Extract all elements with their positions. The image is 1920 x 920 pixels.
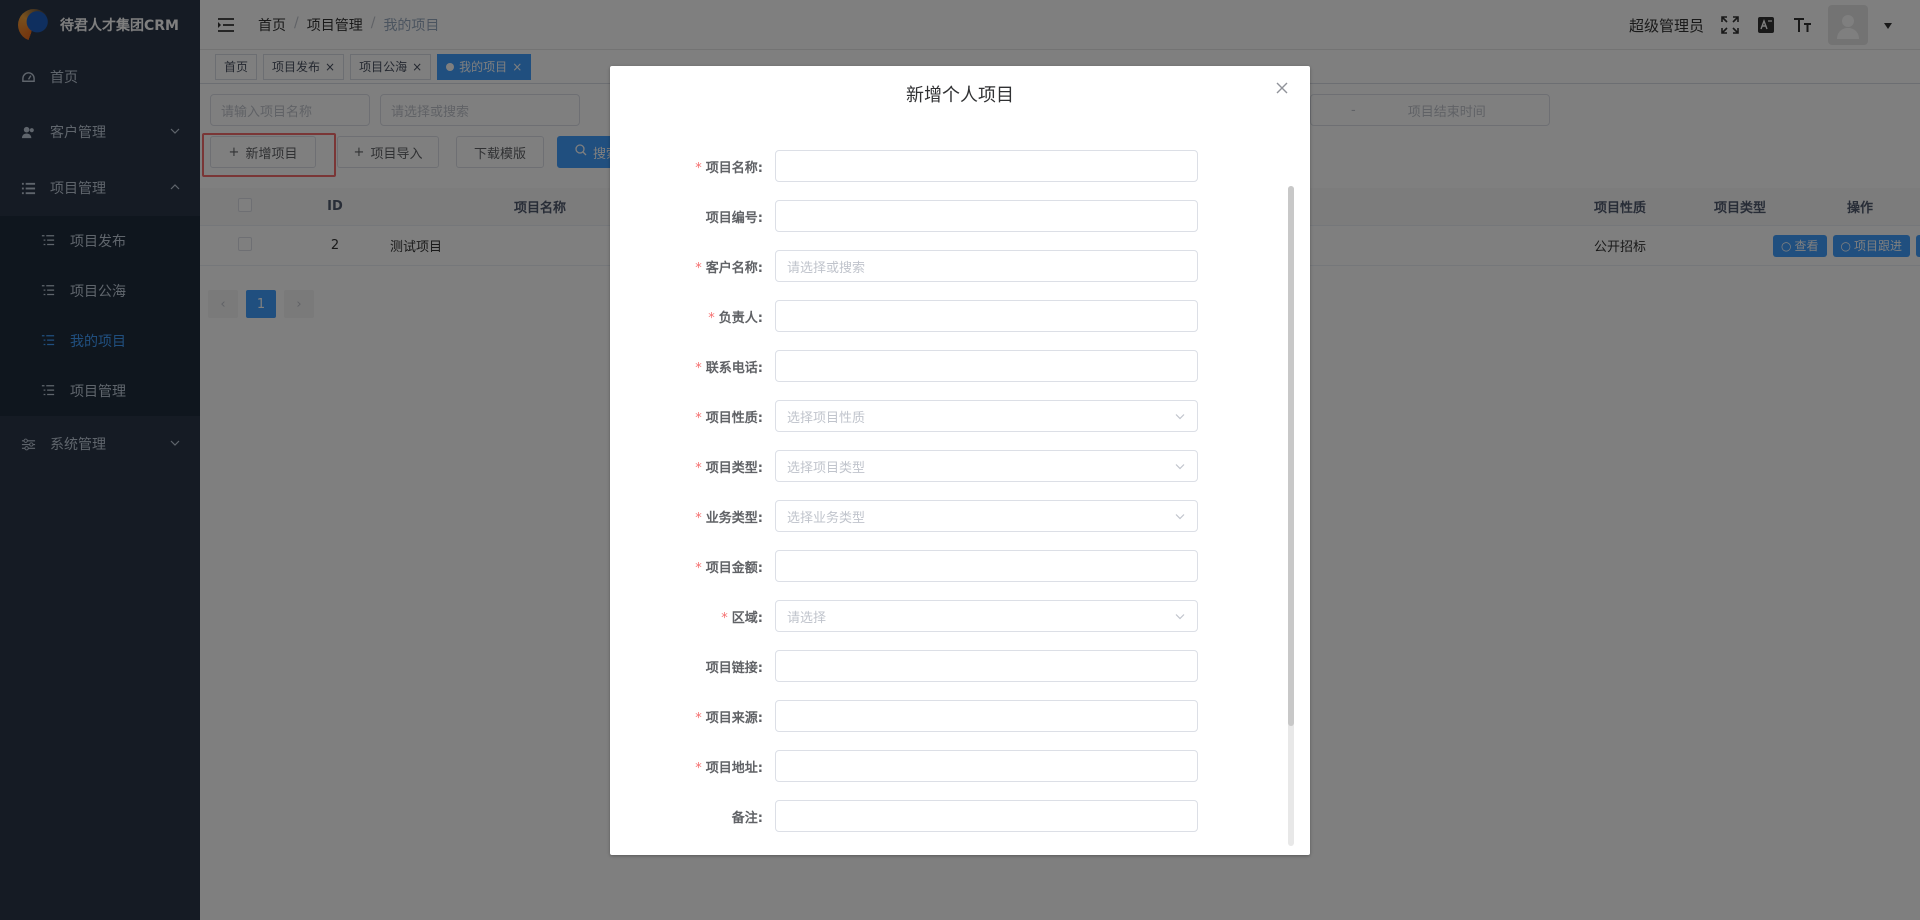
form-row-amount: * 项目金额: [610,550,1310,582]
field-label: * 项目名称: [610,157,775,176]
label-text: 项目性质: [705,410,763,426]
required-mark: * [695,460,702,476]
field-label: * 联系电话: [610,357,775,376]
field-label: 备注: [610,807,775,826]
type-select[interactable]: 选择项目类型 [775,450,1198,482]
label-text: 业务类型: [705,510,763,526]
field-label: * 客户名称: [610,257,775,276]
close-icon[interactable] [1272,78,1292,98]
label-text: 联系电话: [705,360,763,376]
chevron-down-icon [1175,509,1185,524]
label-text: 项目名称: [705,160,763,176]
customer-select[interactable]: 请选择或搜索 [775,250,1198,282]
field-label: 项目链接: [610,657,775,676]
form-row-link: 项目链接: [610,650,1310,682]
required-mark: * [695,710,702,726]
required-mark: * [695,360,702,376]
phone-input[interactable] [775,350,1198,382]
form-row-project-name: * 项目名称: [610,150,1310,182]
field-label: * 项目来源: [610,707,775,726]
label-text: 项目来源: [705,710,763,726]
field-label: * 负责人: [610,307,775,326]
label-text: 项目链接: [705,660,763,676]
field-label: * 项目地址: [610,757,775,776]
business-type-select[interactable]: 选择业务类型 [775,500,1198,532]
region-select[interactable]: 请选择 [775,600,1198,632]
project-code-input[interactable] [775,200,1198,232]
required-mark: * [695,760,702,776]
placeholder-text: 请选择 [787,610,827,626]
label-text: 备注: [731,810,763,826]
form-row-phone: * 联系电话: [610,350,1310,382]
dialog-scrollbar[interactable] [1288,186,1294,846]
nature-select[interactable]: 选择项目性质 [775,400,1198,432]
form-row-owner: * 负责人: [610,300,1310,332]
project-name-input[interactable] [775,150,1198,182]
label-text: 项目类型: [705,460,763,476]
address-input[interactable] [775,750,1198,782]
label-text: 负责人: [718,310,763,326]
dialog-body: * 项目名称: 项目编号: * 客户名称: 请选择或搜索 * 负责人: * 联系电话: … [610,122,1310,843]
scroll-thumb[interactable] [1288,186,1294,726]
required-mark: * [695,160,702,176]
field-label: * 项目类型: [610,457,775,476]
field-label: * 区域: [610,607,775,626]
required-mark: * [695,410,702,426]
required-mark: * [695,560,702,576]
form-row-address: * 项目地址: [610,750,1310,782]
form-row-region: * 区域: 请选择 [610,600,1310,632]
required-mark: * [695,260,702,276]
remark-input[interactable] [775,800,1198,832]
label-text: 区域: [731,610,763,626]
placeholder-text: 选择业务类型 [787,510,866,526]
required-mark: * [708,310,715,326]
form-row-business-type: * 业务类型: 选择业务类型 [610,500,1310,532]
form-row-customer: * 客户名称: 请选择或搜索 [610,250,1310,282]
dialog-title: 新增个人项目 [906,85,1014,106]
required-mark: * [695,510,702,526]
label-text: 客户名称: [705,260,763,276]
field-label: * 项目性质: [610,407,775,426]
form-row-remark: 备注: [610,800,1310,832]
label-text: 项目地址: [705,760,763,776]
placeholder-text: 选择项目性质 [787,410,866,426]
placeholder-text: 请选择或搜索 [787,260,866,276]
chevron-down-icon [1175,409,1185,424]
chevron-down-icon [1175,459,1185,474]
form-row-source: * 项目来源: [610,700,1310,732]
label-text: 项目金额: [705,560,763,576]
amount-input[interactable] [775,550,1198,582]
form-row-nature: * 项目性质: 选择项目性质 [610,400,1310,432]
field-label: * 业务类型: [610,507,775,526]
source-input[interactable] [775,700,1198,732]
required-mark: * [721,610,728,626]
form-row-project-code: 项目编号: [610,200,1310,232]
link-input[interactable] [775,650,1198,682]
chevron-down-icon [1175,609,1185,624]
owner-input[interactable] [775,300,1198,332]
add-project-dialog: 新增个人项目 * 项目名称: 项目编号: * 客户名称: 请选择或搜索 * 负责人: … [610,66,1310,855]
field-label: 项目编号: [610,207,775,226]
field-label: * 项目金额: [610,557,775,576]
label-text: 项目编号: [705,210,763,226]
form-row-type: * 项目类型: 选择项目类型 [610,450,1310,482]
placeholder-text: 选择项目类型 [787,460,866,476]
